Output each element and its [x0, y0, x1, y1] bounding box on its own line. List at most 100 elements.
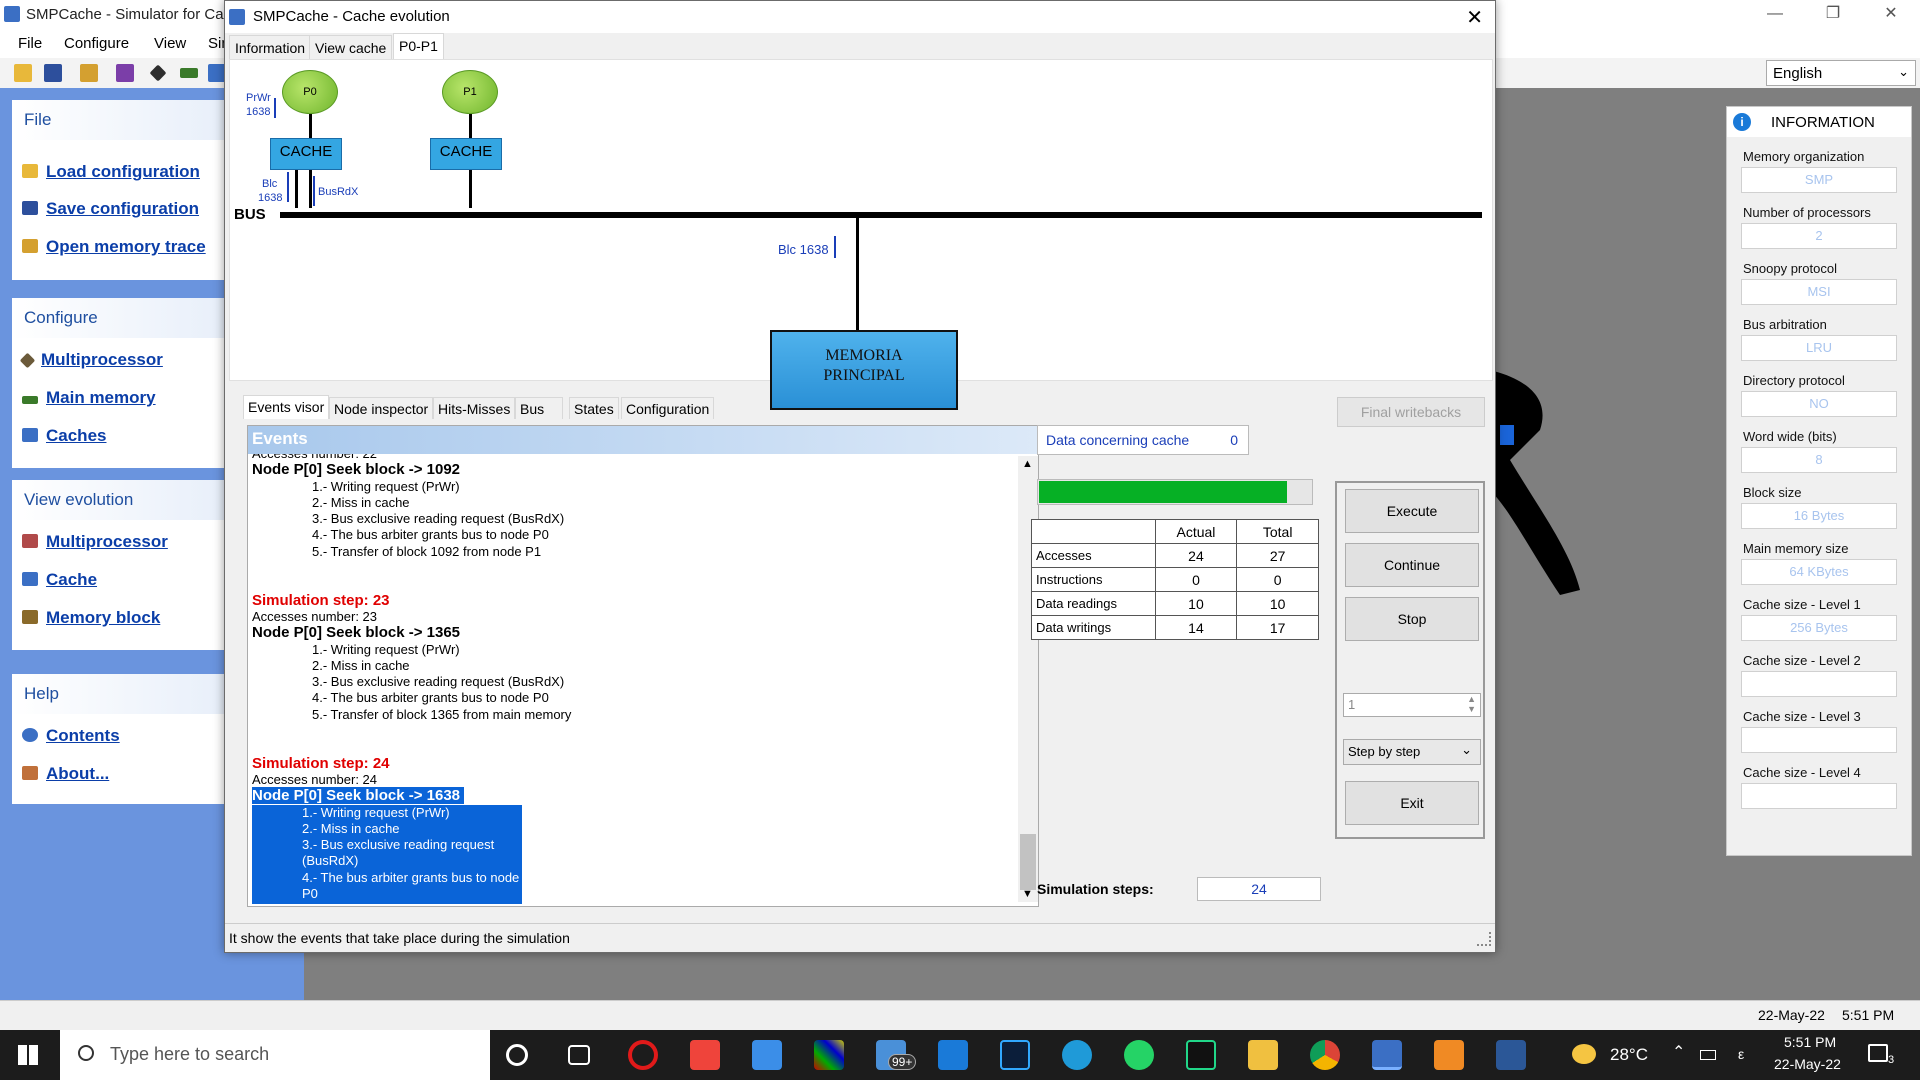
tab-information[interactable]: Information [229, 35, 312, 59]
tray-chevron-icon[interactable]: ⌃ [1672, 1042, 1685, 1062]
opera-icon[interactable] [628, 1040, 658, 1070]
smpcache-icon[interactable] [1372, 1040, 1402, 1070]
language-select[interactable]: English ⌄ [1766, 60, 1916, 86]
task-view-icon[interactable] [568, 1045, 590, 1065]
tab-events-visor[interactable]: Events visor [243, 395, 330, 419]
exit-button[interactable]: Exit [1345, 781, 1479, 825]
sidebar-item-open-memory-trace[interactable]: Open memory trace [22, 237, 206, 257]
dialog-title: SMPCache - Cache evolution [253, 8, 450, 25]
p0-link [309, 114, 312, 138]
stats-row: Accesses 24 27 [1031, 543, 1319, 568]
sidebar-item-load-configuration[interactable]: Load configuration [22, 162, 200, 182]
event-line: 3.- Bus exclusive reading request (BusRd… [312, 674, 565, 690]
tab-view-cache[interactable]: View cache [309, 35, 393, 59]
cache-p0-link [295, 170, 298, 208]
execute-button[interactable]: Execute [1345, 489, 1479, 533]
info-field-label: Word wide (bits) [1743, 429, 1837, 444]
language-indicator-icon[interactable]: ε [1738, 1046, 1744, 1062]
restore-button[interactable]: ❐ [1804, 0, 1862, 30]
tab-configuration[interactable]: Configuration [621, 397, 715, 419]
cortana-icon[interactable] [506, 1044, 528, 1066]
blc-up-arrow-icon [287, 172, 289, 202]
winrar-icon[interactable] [814, 1040, 844, 1070]
memory-icon[interactable] [180, 68, 198, 78]
clock-time[interactable]: 5:51 PM [1784, 1034, 1836, 1050]
status-date: 22-May-22 [1758, 1007, 1825, 1023]
sidebar-item-view-cache[interactable]: Cache [22, 570, 97, 590]
info-field-label: Bus arbitration [1743, 317, 1827, 332]
scroll-thumb[interactable] [1020, 834, 1036, 890]
tab-node-inspector[interactable]: Node inspector [329, 397, 434, 419]
continue-button[interactable]: Continue [1345, 543, 1479, 587]
chevron-down-icon: ⌄ [1898, 64, 1909, 79]
battery-icon[interactable] [1700, 1050, 1716, 1060]
sidebar-item-view-memory-block[interactable]: Memory block [22, 608, 160, 628]
windows-start-icon[interactable] [18, 1045, 38, 1065]
weather-temp[interactable]: 28°C [1610, 1045, 1648, 1065]
scroll-up-icon[interactable]: ▲ [1022, 458, 1033, 470]
event-line: 3.- Bus exclusive reading request (BusRd… [252, 837, 522, 870]
tab-states[interactable]: States [569, 397, 619, 419]
event-line: 1.- Writing request (PrWr) [312, 641, 460, 657]
resize-grip-icon[interactable] [1477, 932, 1491, 946]
event-line-selected: Node P[0] Seek block -> 1638 [252, 787, 465, 805]
notification-icon[interactable] [1868, 1044, 1888, 1062]
sidebar-item-about[interactable]: About... [22, 764, 109, 784]
sidebar-item-configure-main-memory[interactable]: Main memory [22, 388, 156, 408]
sidebar-item-save-configuration[interactable]: Save configuration [22, 199, 199, 219]
anydesk-icon[interactable] [690, 1040, 720, 1070]
media-player-icon[interactable] [1434, 1040, 1464, 1070]
bus-label: BUS [234, 206, 266, 223]
dialog-tabs: Information View cache P0-P1 [225, 33, 1495, 59]
spinner-icon[interactable]: ▲ ▼ [1467, 694, 1476, 714]
sidebar-item-configure-multiprocessor[interactable]: Multiprocessor [19, 350, 163, 370]
trace-icon [22, 239, 38, 253]
store-icon[interactable] [752, 1040, 782, 1070]
weather-icon[interactable] [1572, 1044, 1596, 1064]
tab-p0-p1[interactable]: P0-P1 [393, 33, 444, 59]
chrome-icon[interactable] [1310, 1040, 1340, 1070]
vscode-icon[interactable] [938, 1040, 968, 1070]
clock-date[interactable]: 22-May-22 [1774, 1056, 1841, 1072]
sidebar-item-configure-caches[interactable]: Caches [22, 426, 106, 446]
tab-bus[interactable]: Bus [515, 397, 563, 419]
info-field-label: Cache size - Level 1 [1743, 597, 1861, 612]
menu-file[interactable]: File [18, 35, 42, 52]
step-count-input[interactable]: 1 ▲ ▼ [1343, 693, 1481, 717]
stats-cell-actual: 0 [1154, 567, 1238, 592]
open-folder-icon[interactable] [14, 64, 32, 82]
minimize-button[interactable]: — [1746, 0, 1804, 30]
pycharm-icon[interactable] [1186, 1040, 1216, 1070]
edge-icon[interactable] [1062, 1040, 1092, 1070]
word-icon[interactable] [1496, 1040, 1526, 1070]
close-main-button[interactable]: ✕ [1862, 0, 1920, 30]
scroll-down-icon[interactable]: ▼ [1022, 888, 1033, 900]
sidebar-item-view-multiprocessor[interactable]: Multiprocessor [22, 532, 168, 552]
menu-configure[interactable]: Configure [64, 35, 129, 52]
bus-line [280, 212, 1482, 218]
busrdx-label: BusRdX [318, 186, 359, 198]
whatsapp-icon[interactable] [1124, 1040, 1154, 1070]
save-icon[interactable] [44, 64, 62, 82]
diamond-icon[interactable] [149, 64, 167, 82]
events-list[interactable]: Accesses number: 22Node P[0] Seek block … [252, 454, 996, 904]
photoshop-icon[interactable] [1000, 1040, 1030, 1070]
file-explorer-icon[interactable] [1248, 1040, 1278, 1070]
multiprocessor-icon[interactable] [116, 64, 134, 82]
sidebar-item-contents[interactable]: Contents [22, 726, 120, 746]
tab-hits-misses[interactable]: Hits-Misses [433, 397, 516, 419]
menu-view[interactable]: View [154, 35, 186, 52]
close-icon[interactable]: ✕ [1466, 5, 1483, 30]
stats-cell-label: Accesses [1031, 543, 1156, 568]
step-mode-select[interactable]: Step by step ⌄ [1343, 739, 1481, 765]
final-writebacks-button[interactable]: Final writebacks [1337, 397, 1485, 427]
mail-icon[interactable]: 99+ [876, 1040, 917, 1070]
statistics-table: Actual Total Accesses 24 27 Instructions 0 0 D… [1031, 519, 1319, 640]
event-line: 2.- Miss in cache [252, 820, 522, 838]
event-line: 1.- Writing request (PrWr) [312, 478, 460, 494]
stop-button[interactable]: Stop [1345, 597, 1479, 641]
taskbar-search[interactable]: Type here to search [60, 1030, 490, 1080]
prwr-arrow-icon [274, 98, 276, 118]
data-concerning-value: 0 [1230, 432, 1238, 448]
open-trace-icon[interactable] [80, 64, 98, 82]
